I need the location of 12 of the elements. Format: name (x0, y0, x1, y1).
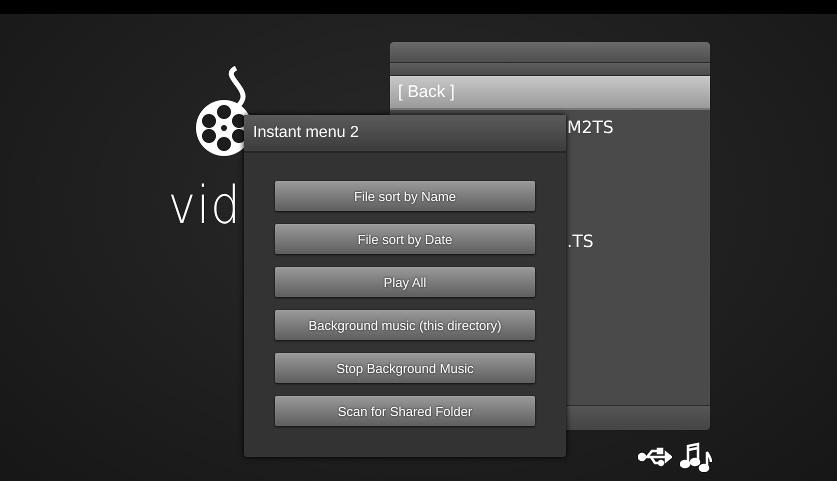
music-notes-icon (680, 442, 712, 472)
videos-logo-text: vid (168, 180, 242, 232)
menu-option-button[interactable]: File sort by Date (275, 224, 535, 254)
menu-option-button[interactable]: Background music (this directory) (275, 310, 535, 340)
menu-option-button[interactable]: Stop Background Music (275, 353, 535, 383)
file-list-item[interactable]: M2TS (567, 110, 710, 146)
menu-title: Instant menu 2 (244, 115, 566, 153)
usb-icon (638, 447, 672, 467)
menu-option-button[interactable]: Scan for Shared Folder (275, 396, 535, 426)
menu-option-button[interactable]: Play All (275, 267, 535, 297)
menu-option-button[interactable]: File sort by Name (275, 181, 535, 211)
file-list-item[interactable]: .TS (567, 224, 710, 260)
